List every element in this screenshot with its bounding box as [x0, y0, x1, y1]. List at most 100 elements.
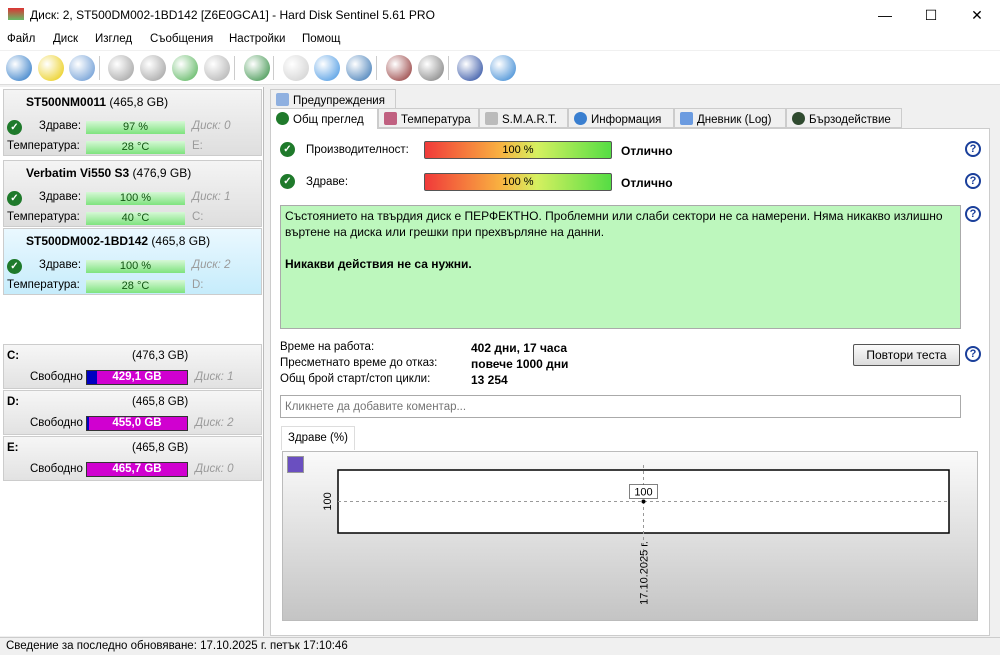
title-bar: Диск: 2, ST500DM002-1BD142 [Z6E0GCA1] - … — [0, 0, 1000, 30]
partition-item[interactable]: E: (465,8 GB) Свободно 465,7 GB Диск: 0 — [3, 436, 262, 481]
tab-overview[interactable]: Общ преглед — [270, 108, 378, 129]
tab-log[interactable]: Дневник (Log) — [674, 108, 786, 128]
tab-label: Температура — [401, 114, 471, 126]
menu-help[interactable]: Помощ — [302, 33, 340, 45]
disk-model: ST500NM0011 — [26, 95, 107, 109]
help-icon[interactable]: ? — [965, 141, 981, 157]
report-icon[interactable] — [283, 55, 309, 81]
partition-item[interactable]: C: (476,3 GB) Свободно 429,1 GB Диск: 1 — [3, 344, 262, 389]
window-title: Диск: 2, ST500DM002-1BD142 [Z6E0GCA1] - … — [30, 8, 435, 22]
partition-item[interactable]: D: (465,8 GB) Свободно 455,0 GB Диск: 2 — [3, 390, 262, 435]
performance-label: Производителност: — [306, 144, 409, 156]
partition-size: (465,8 GB) — [132, 442, 189, 454]
health-bar: 100 % — [86, 192, 185, 205]
disk-model: Verbatim Vi550 S3 — [26, 166, 130, 180]
free-label: Свободно — [30, 417, 83, 429]
disk-name: ST500NM0011 (465,8 GB) — [26, 95, 168, 109]
disk-item[interactable]: ST500DM002-1BD142 (465,8 GB) ✓ Здраве: 1… — [3, 228, 262, 295]
menu-disk[interactable]: Диск — [53, 33, 78, 45]
toolbar-separator — [234, 56, 235, 80]
close-button[interactable]: ✕ — [954, 0, 1000, 30]
disk-name: Verbatim Vi550 S3 (476,9 GB) — [26, 166, 191, 180]
x-tick-label: 17.10.2025 г. — [639, 541, 651, 605]
health-rating: Отлично — [621, 176, 673, 190]
log-icon — [680, 112, 693, 125]
menu-settings[interactable]: Настройки — [229, 33, 285, 45]
check-icon: ✓ — [7, 259, 22, 274]
tab-performance[interactable]: Бързодействие — [786, 108, 902, 128]
toolbar-separator — [448, 56, 449, 80]
cycles-label: Общ брой старт/стоп цикли: — [280, 373, 431, 385]
temperature-label: Температура: — [7, 211, 80, 223]
menu-messages[interactable]: Съобщения — [150, 33, 213, 45]
disk-number: Диск: 0 — [195, 463, 234, 475]
health-bar: 97 % — [86, 121, 185, 134]
drive-letter: E: — [192, 140, 203, 152]
smart-icon — [485, 112, 498, 125]
disk-ok-icon[interactable] — [172, 55, 198, 81]
retest-button[interactable]: Повтори теста — [853, 344, 960, 366]
uptime-label: Време на работа: — [280, 341, 375, 353]
disk-search-icon[interactable] — [204, 55, 230, 81]
free-space-bar: 455,0 GB — [86, 416, 188, 431]
drive-letter: C: — [192, 211, 204, 223]
menu-file[interactable]: Файл — [7, 33, 35, 45]
alert-icon[interactable] — [38, 55, 64, 81]
health-chart-panel: 100 17.10.2025 г. 100 — [282, 451, 978, 621]
help-icon[interactable] — [457, 55, 483, 81]
toolbar-separator — [99, 56, 100, 80]
health-label: Здраве: — [39, 259, 82, 271]
lifetime-value: повече 1000 дни — [471, 357, 569, 371]
gauge-icon — [792, 112, 805, 125]
tab-label: Предупреждения — [293, 95, 385, 107]
status-bar: Сведение за последно обновяване: 17.10.2… — [0, 637, 1000, 655]
disk-number: Диск: 2 — [192, 259, 231, 271]
disk-number: Диск: 1 — [192, 191, 231, 203]
tab-label: Общ преглед — [293, 114, 364, 126]
refresh-icon[interactable] — [6, 55, 32, 81]
disk-list-panel: ST500NM0011 (465,8 GB) ✓ Здраве: 97 % Ди… — [0, 87, 264, 636]
disk-number: Диск: 2 — [195, 417, 234, 429]
toolbar-separator — [376, 56, 377, 80]
sync-icon[interactable] — [314, 55, 340, 81]
tab-warnings[interactable]: Предупреждения — [270, 89, 396, 109]
disk-item[interactable]: ST500NM0011 (465,8 GB) ✓ Здраве: 97 % Ди… — [3, 89, 262, 156]
free-space-value: 465,7 GB — [112, 463, 162, 475]
disk-time-icon[interactable] — [140, 55, 166, 81]
comment-input[interactable] — [280, 395, 961, 418]
uptime-value: 402 дни, 17 часа — [471, 341, 568, 355]
monitor-icon[interactable] — [386, 55, 412, 81]
tab-information[interactable]: Информация — [568, 108, 674, 128]
disk-size: (465,8 GB) — [109, 95, 169, 109]
maximize-button[interactable]: ☐ — [908, 0, 954, 30]
toolbar-separator — [273, 56, 274, 80]
free-label: Свободно — [30, 463, 83, 475]
app-icon — [8, 8, 24, 20]
help-icon[interactable]: ? — [965, 173, 981, 189]
overview-content: ✓ Производителност: 100 % Отлично ? ✓ Зд… — [270, 128, 990, 636]
network-icon[interactable] — [346, 55, 372, 81]
minimize-button[interactable]: — — [862, 0, 908, 30]
tab-temperature[interactable]: Температура — [378, 108, 479, 128]
toolbar — [0, 51, 1000, 85]
check-icon: ✓ — [280, 142, 295, 157]
disk-info-icon[interactable] — [69, 55, 95, 81]
help-icon[interactable]: ? — [965, 346, 981, 362]
tab-label: Дневник (Log) — [697, 114, 772, 126]
menu-view[interactable]: Изглед — [95, 33, 132, 45]
speaker-icon[interactable] — [418, 55, 444, 81]
used-space-fill — [87, 417, 89, 430]
info-icon[interactable] — [490, 55, 516, 81]
disk-item[interactable]: Verbatim Vi550 S3 (476,9 GB) ✓ Здраве: 1… — [3, 160, 262, 227]
network-disk-icon[interactable] — [244, 55, 270, 81]
tab-smart[interactable]: S.M.A.R.T. — [479, 108, 568, 128]
status-message: Състоянието на твърдия диск е ПЕРФЕКТНО.… — [280, 205, 961, 329]
help-icon[interactable]: ? — [965, 206, 981, 222]
tab-label: Информация — [591, 114, 662, 126]
disk-name: ST500DM002-1BD142 (465,8 GB) — [26, 234, 210, 248]
disk-test-icon[interactable] — [108, 55, 134, 81]
temperature-bar: 28 °C — [86, 141, 185, 154]
health-label: Здраве: — [39, 120, 82, 132]
drive-letter: D: — [192, 279, 204, 291]
tab-health-chart[interactable]: Здраве (%) — [281, 426, 355, 450]
